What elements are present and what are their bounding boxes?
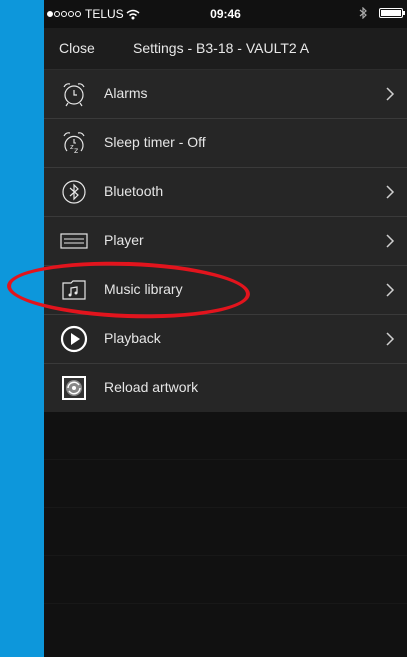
menu-item-label: Music library	[104, 281, 183, 297]
chevron-right-icon	[386, 87, 395, 101]
reload-artwork-icon	[60, 374, 88, 402]
menu-item-sleep-timer[interactable]: z z Sleep timer - Off	[44, 119, 407, 168]
sleep-timer-icon: z z	[60, 129, 88, 157]
menu-item-label: Bluetooth	[104, 183, 164, 199]
page-title: Settings - B3-18 - VAULT2 A	[133, 40, 310, 56]
phone-screen: TELUS 09:46 Close Settings - B3-18 - VAU…	[44, 0, 407, 657]
play-circle-icon	[60, 325, 88, 353]
menu-item-label: Sleep timer - Off	[104, 134, 206, 150]
chevron-right-icon	[386, 283, 395, 297]
menu-item-label: Playback	[104, 330, 161, 346]
close-button[interactable]: Close	[59, 40, 95, 56]
music-folder-icon	[60, 276, 88, 304]
status-time: 09:46	[210, 7, 241, 21]
chevron-right-icon	[386, 332, 395, 346]
menu-item-label: Reload artwork	[104, 379, 199, 395]
chevron-right-icon	[386, 185, 395, 199]
status-right	[359, 7, 405, 19]
menu-item-label: Player	[104, 232, 144, 248]
menu-item-music-library[interactable]: Music library	[44, 266, 407, 315]
menu-item-reload-artwork[interactable]: Reload artwork	[44, 364, 407, 413]
menu-item-player[interactable]: Player	[44, 217, 407, 266]
bluetooth-status-icon	[359, 7, 367, 19]
svg-text:z: z	[74, 146, 78, 155]
navigation-bar: Close Settings - B3-18 - VAULT2 A	[44, 28, 407, 70]
alarm-clock-icon	[60, 80, 88, 108]
bluetooth-icon	[60, 178, 88, 206]
chevron-right-icon	[386, 234, 395, 248]
battery-icon	[379, 8, 405, 18]
menu-item-alarms[interactable]: Alarms	[44, 70, 407, 119]
empty-list-area	[44, 412, 407, 657]
menu-item-bluetooth[interactable]: Bluetooth	[44, 168, 407, 217]
player-device-icon	[60, 227, 88, 255]
menu-item-playback[interactable]: Playback	[44, 315, 407, 364]
status-bar: TELUS 09:46	[44, 0, 407, 28]
settings-menu: Alarms z z Sleep timer - Off Bluetooth P…	[44, 70, 407, 413]
menu-item-label: Alarms	[104, 85, 148, 101]
